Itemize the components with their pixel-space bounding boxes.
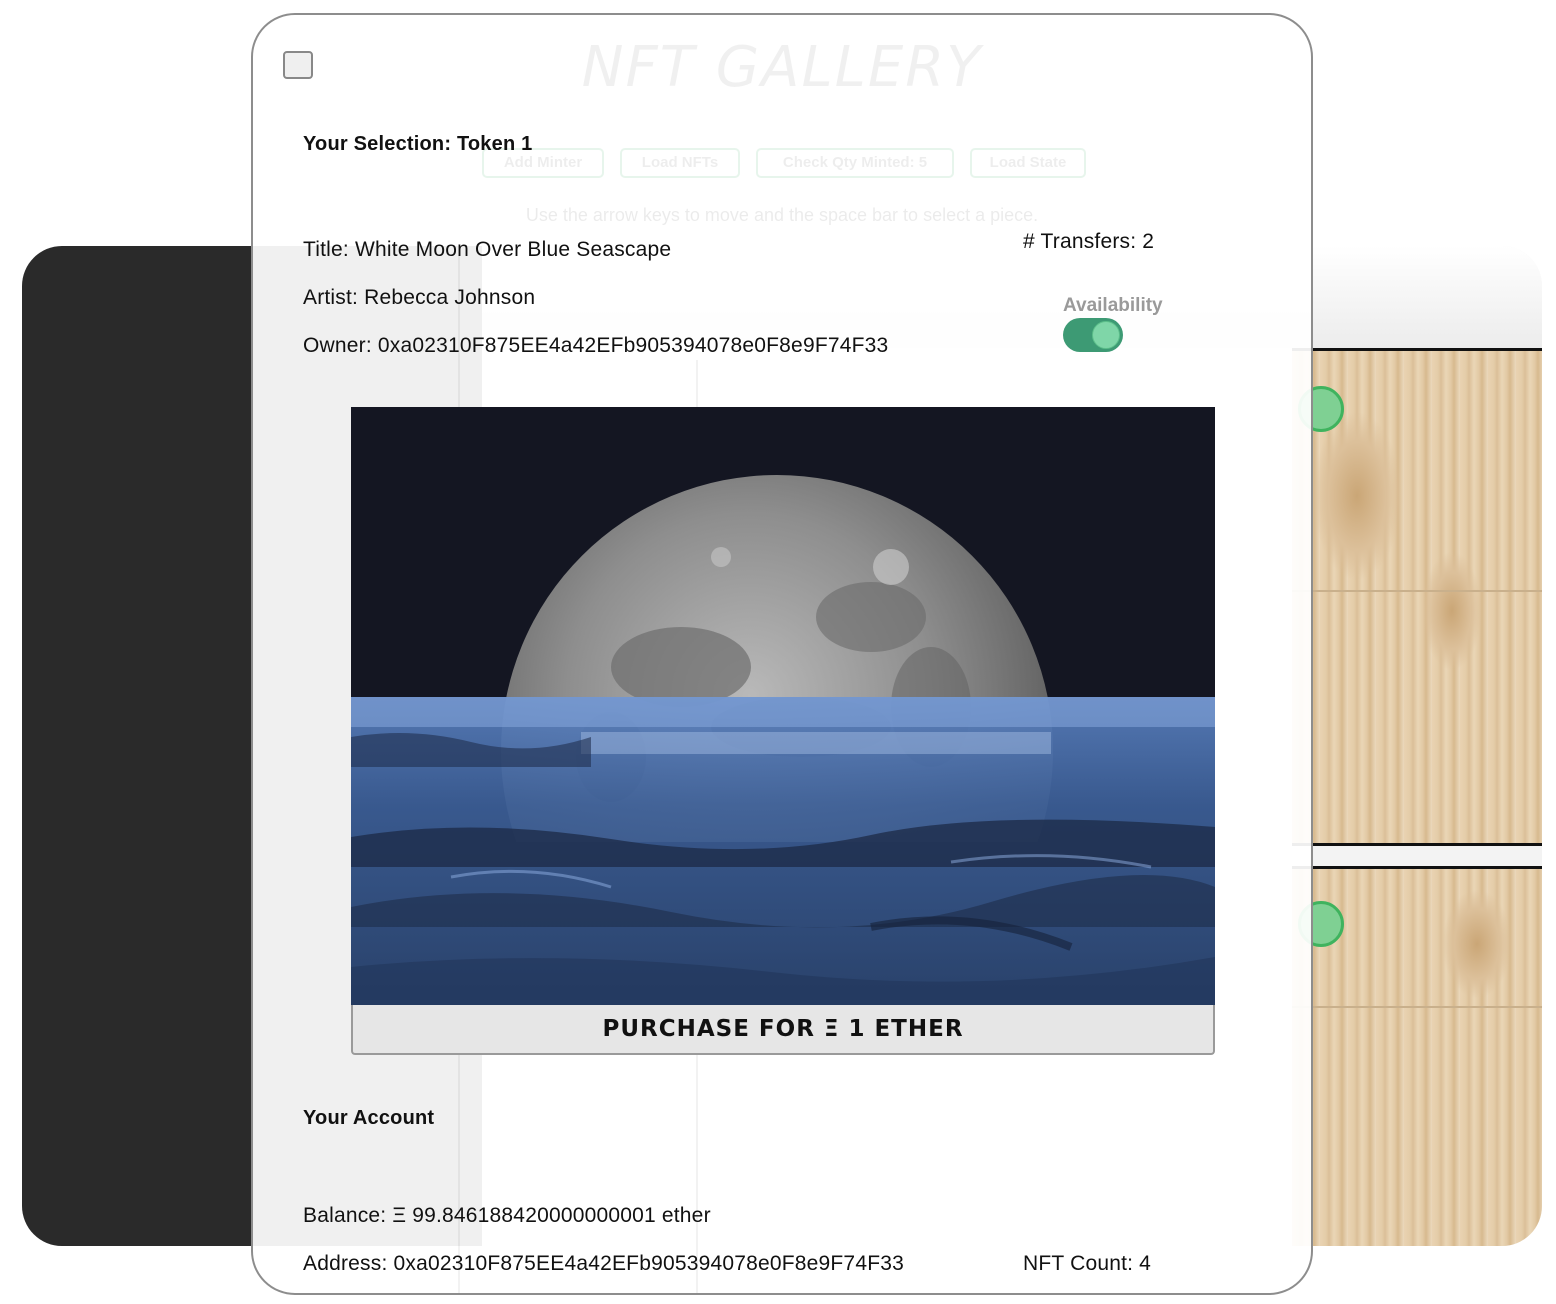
token-owner: Owner: 0xa02310F875EE4a42EFb905394078e0F… — [303, 334, 889, 357]
transfer-count: # Transfers: 2 — [1023, 230, 1155, 253]
token-detail-modal: NFT GALLERY Add Minter Load NFTs Check Q… — [251, 13, 1313, 1295]
screen: NFT GALLERY Add Minter Load NFTs Check Q… — [0, 0, 1556, 1304]
close-button[interactable] — [283, 51, 313, 79]
token-title: Title: White Moon Over Blue Seascape — [303, 238, 672, 261]
token-artist: Artist: Rebecca Johnson — [303, 286, 536, 309]
load-state-button: Load State — [970, 148, 1086, 178]
availability-toggle[interactable] — [1063, 318, 1123, 352]
account-heading: Your Account — [303, 1107, 435, 1129]
nft-count: NFT Count: 4 — [1023, 1252, 1152, 1275]
selection-heading: Your Selection: Token 1 — [303, 133, 533, 155]
account-balance: Balance: Ξ 99.846188420000000001 ether — [303, 1204, 711, 1227]
load-nfts-button: Load NFTs — [620, 148, 740, 178]
purchase-button[interactable]: PURCHASE FOR Ξ 1 ETHER — [351, 1005, 1215, 1055]
app-title: NFT GALLERY — [581, 35, 983, 100]
navigation-hint: Use the arrow keys to move and the space… — [525, 205, 1039, 225]
check-qty-button: Check Qty Minted: 5 — [756, 148, 954, 178]
availability-label: Availability — [1063, 295, 1163, 316]
nft-artwork-image — [351, 407, 1215, 1005]
account-address: Address: 0xa02310F875EE4a42EFb905394078e… — [303, 1252, 904, 1275]
toggle-knob — [1092, 321, 1120, 349]
